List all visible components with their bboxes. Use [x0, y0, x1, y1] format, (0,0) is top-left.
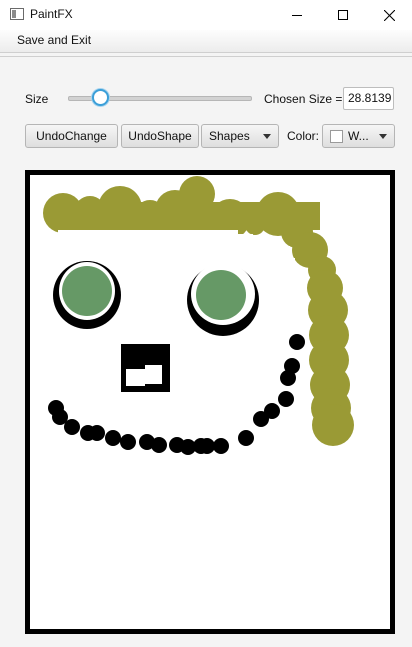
chosen-size-label: Chosen Size = [264, 92, 343, 106]
color-swatch [330, 129, 343, 143]
nose-shape [121, 344, 170, 392]
window-title: PaintFX [30, 7, 73, 21]
size-label: Size [25, 92, 49, 106]
minimize-icon [292, 15, 302, 16]
chevron-down-icon [379, 134, 387, 139]
chosen-size-field[interactable]: 28.8139 [343, 87, 394, 110]
left-eye [53, 261, 121, 329]
shapes-dropdown[interactable]: Shapes [201, 124, 279, 148]
title-bar: PaintFX [0, 0, 412, 30]
drawing-canvas[interactable] [25, 170, 395, 634]
undo-shape-button[interactable]: UndoShape [121, 124, 199, 148]
chevron-down-icon [263, 134, 271, 139]
undo-change-button[interactable]: UndoChange [25, 124, 118, 148]
color-picker-value: W... [348, 129, 369, 143]
shapes-dropdown-value: Shapes [209, 129, 250, 143]
maximize-button[interactable] [320, 0, 366, 30]
color-label: Color: [287, 129, 320, 143]
close-button[interactable] [366, 0, 412, 30]
color-picker[interactable]: W... [322, 124, 395, 148]
menu-bar: Save and Exit [0, 30, 412, 53]
maximize-icon [338, 10, 348, 20]
minimize-button[interactable] [274, 0, 320, 30]
canvas-drawing [43, 176, 354, 455]
save-and-exit-menu[interactable]: Save and Exit [17, 33, 91, 47]
mouth-dots [48, 334, 305, 455]
close-icon [383, 9, 395, 21]
paint-app-icon [10, 8, 24, 20]
